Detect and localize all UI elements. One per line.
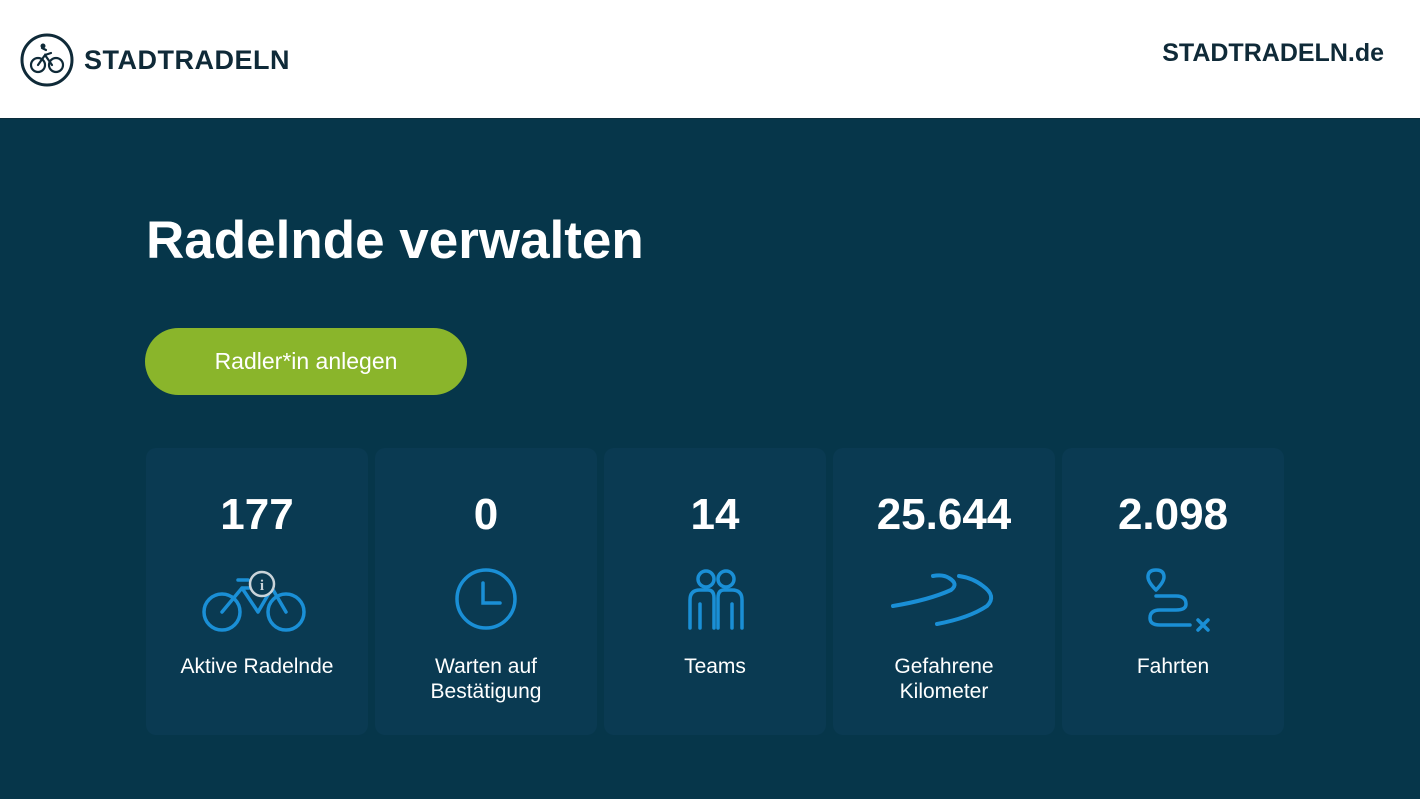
stat-value: 177 <box>220 490 294 539</box>
route-icon <box>1118 566 1228 636</box>
stat-card-trips[interactable]: 2.098 Fahrten <box>1062 448 1284 735</box>
stat-label: Aktive Radelnde <box>180 655 334 678</box>
stat-card-active-cyclists[interactable]: 177 i Aktive Radelnde <box>146 448 368 735</box>
stat-card-kilometers[interactable]: 25.644 Gefahrene Kilometer <box>833 448 1055 735</box>
stat-card-pending-confirmation[interactable]: 0 Warten auf Bestätigung <box>375 448 597 735</box>
stat-value: 25.644 <box>876 490 1012 539</box>
site-link[interactable]: STADTRADELN.de <box>1162 39 1384 68</box>
bicycle-icon: i <box>202 566 312 636</box>
header: STADTRADELN STADTRADELN.de <box>0 0 1420 119</box>
stat-label: Fahrten <box>1136 655 1210 678</box>
stat-value: 0 <box>473 490 499 539</box>
team-icon <box>660 566 770 636</box>
logo[interactable]: STADTRADELN <box>20 32 290 88</box>
page-title: Radelnde verwalten <box>146 211 644 270</box>
main-content: Radelnde verwalten Radler*in anlegen 177… <box>0 120 1420 799</box>
logo-bicycle-icon <box>20 33 74 87</box>
stat-value: 14 <box>690 490 740 539</box>
stat-label: Gefahrene Kilometer <box>894 655 994 703</box>
logo-text: STADTRADELN <box>84 44 290 75</box>
stats-row: 177 i Aktive Radelnde 0 Warten auf Bestä… <box>146 448 1284 735</box>
clock-icon <box>431 566 541 636</box>
create-cyclist-button[interactable]: Radler*in anlegen <box>145 328 467 395</box>
road-icon <box>889 566 999 636</box>
stat-value: 2.098 <box>1117 490 1229 539</box>
stat-label: Warten auf Bestätigung <box>430 655 542 703</box>
stat-card-teams[interactable]: 14 Teams <box>604 448 826 735</box>
stat-label: Teams <box>684 655 746 678</box>
svg-text:i: i <box>260 578 264 594</box>
